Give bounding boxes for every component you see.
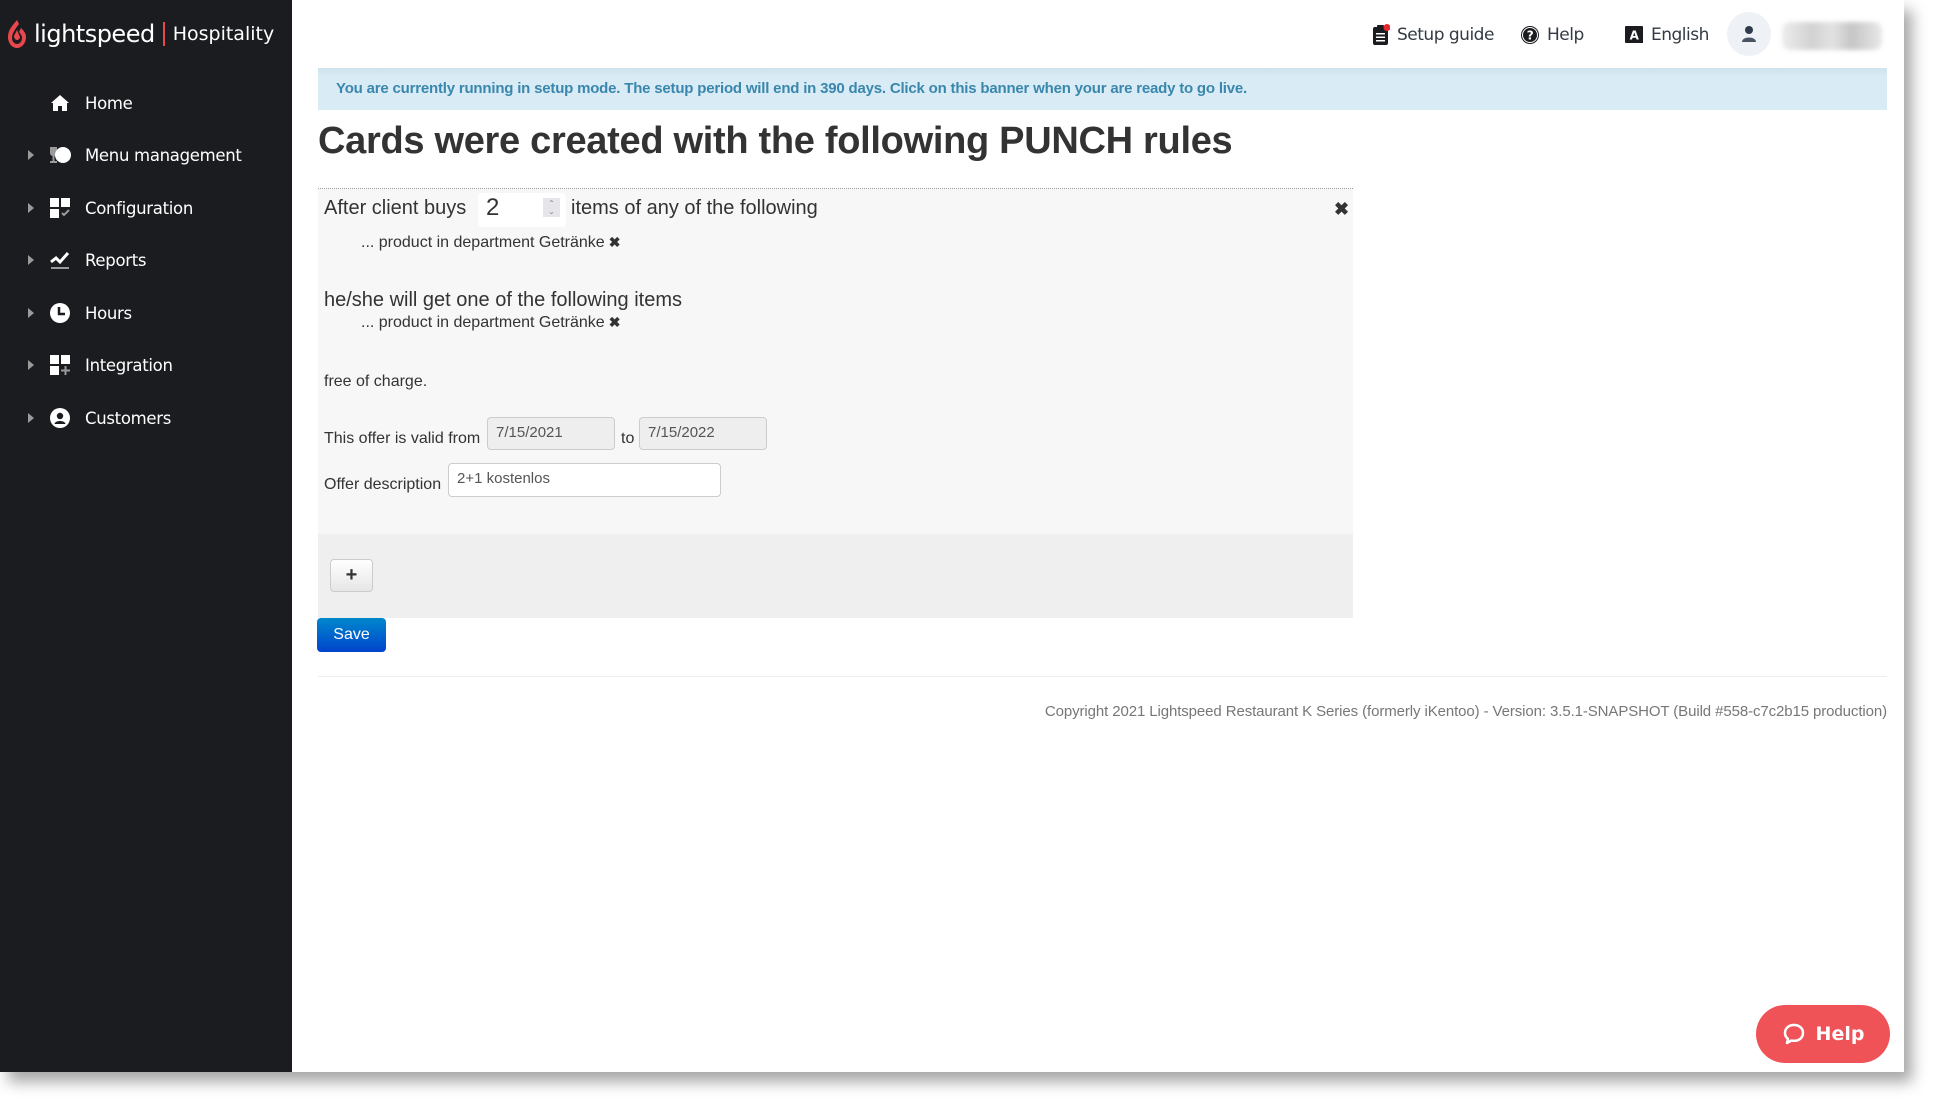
lightspeed-flame-icon: [8, 20, 26, 48]
username-redacted[interactable]: [1782, 22, 1882, 50]
sidebar-item-label: Reports: [85, 250, 147, 270]
menu-management-icon: [49, 144, 71, 166]
brand-name: lightspeed: [34, 20, 155, 48]
expand-caret-icon: [28, 308, 34, 318]
offer-description-label: Offer description: [324, 476, 442, 493]
free-of-charge-text: free of charge.: [324, 373, 428, 390]
user-icon: [1742, 26, 1756, 42]
save-button[interactable]: Save: [317, 618, 386, 652]
sidebar-item-integration[interactable]: Integration: [0, 345, 292, 385]
clock-icon: [49, 302, 71, 324]
sidebar-item-reports[interactable]: Reports: [0, 240, 292, 280]
get-item: ... product in department Getränke ✖: [361, 314, 620, 332]
svg-text:A: A: [1630, 29, 1640, 43]
get-item-label: ... product in department Getränke: [361, 314, 605, 331]
app-window: lightspeed Hospitality Home Menu managem…: [0, 0, 1904, 1072]
sidebar-item-configuration[interactable]: Configuration: [0, 188, 292, 228]
clipboard-icon: [1372, 24, 1390, 46]
help-chat-label: Help: [1815, 1023, 1865, 1045]
sidebar-item-label: Hours: [85, 303, 132, 323]
brand-product: Hospitality: [172, 23, 275, 45]
footer-divider: [318, 676, 1887, 677]
sidebar-item-label: Menu management: [85, 145, 242, 165]
setup-guide-label: Setup guide: [1397, 25, 1494, 45]
expand-caret-icon: [28, 255, 34, 265]
customer-icon: [49, 407, 71, 429]
buy-suffix-label: items of any of the following: [571, 197, 818, 219]
brand-separator: [162, 22, 165, 46]
page-title: Cards were created with the following PU…: [318, 120, 1233, 162]
expand-caret-icon: [28, 203, 34, 213]
reports-icon: [49, 249, 71, 271]
help-label: Help: [1547, 25, 1584, 45]
copyright-text: Copyright 2021 Lightspeed Restaurant K S…: [1044, 703, 1887, 720]
question-circle-icon: ?: [1520, 25, 1540, 45]
quantity-spinner[interactable]: ⌃ ⌄: [543, 198, 560, 217]
sidebar-item-label: Configuration: [85, 198, 193, 218]
remove-rule-button[interactable]: ✖: [1334, 199, 1349, 220]
sidebar-item-home[interactable]: Home: [0, 83, 292, 123]
chevron-down-icon: ⌄: [548, 206, 555, 216]
help-link[interactable]: ? Help: [1520, 20, 1584, 50]
add-rule-button[interactable]: +: [330, 559, 373, 592]
get-heading: he/she will get one of the following ite…: [324, 289, 682, 311]
sidebar-item-label: Customers: [85, 408, 172, 428]
sidebar-item-label: Integration: [85, 355, 173, 375]
expand-caret-icon: [28, 150, 34, 160]
chat-bubble-icon: [1783, 1023, 1804, 1045]
language-icon: A: [1624, 25, 1644, 45]
user-avatar[interactable]: [1727, 12, 1771, 56]
punch-rule-panel: ✖ After client buys 2 ⌃ ⌄ items of any of…: [318, 189, 1353, 534]
svg-text:?: ?: [1527, 29, 1534, 43]
expand-caret-icon: [28, 360, 34, 370]
buy-prefix-label: After client buys: [324, 197, 467, 219]
buy-item: ... product in department Getränke ✖: [361, 234, 620, 252]
remove-get-item-button[interactable]: ✖: [609, 314, 621, 330]
sidebar: lightspeed Hospitality Home Menu managem…: [0, 0, 292, 1072]
buy-condition-row: After client buys 2 ⌃ ⌄ items of any of t…: [324, 193, 924, 227]
remove-buy-item-button[interactable]: ✖: [609, 234, 621, 250]
setup-mode-banner[interactable]: You are currently running in setup mode.…: [318, 68, 1887, 110]
sidebar-item-customers[interactable]: Customers: [0, 398, 292, 438]
language-selector[interactable]: A English: [1624, 20, 1709, 50]
rule-actions-bar: +: [318, 534, 1353, 618]
logo[interactable]: lightspeed Hospitality: [6, 14, 274, 54]
expand-caret-icon: [28, 413, 34, 423]
sidebar-item-label: Home: [85, 93, 133, 113]
setup-mode-banner-text: You are currently running in setup mode.…: [336, 80, 1248, 97]
buy-quantity-input[interactable]: 2 ⌃ ⌄: [478, 193, 566, 227]
home-icon: [49, 92, 71, 114]
valid-to-input[interactable]: 7/15/2022: [639, 417, 767, 450]
integration-icon: [49, 354, 71, 376]
configuration-icon: [49, 197, 71, 219]
sidebar-item-menu-management[interactable]: Menu management: [0, 135, 292, 175]
valid-to-label: to: [621, 430, 635, 447]
buy-item-label: ... product in department Getränke: [361, 234, 605, 251]
setup-guide-button[interactable]: Setup guide: [1372, 20, 1494, 50]
help-chat-button[interactable]: Help: [1756, 1005, 1890, 1063]
language-label: English: [1651, 25, 1709, 45]
offer-description-input[interactable]: 2+1 kostenlos: [448, 463, 721, 497]
sidebar-item-hours[interactable]: Hours: [0, 293, 292, 333]
buy-quantity-value: 2: [486, 194, 500, 221]
valid-from-input[interactable]: 7/15/2021: [487, 417, 615, 450]
valid-from-label: This offer is valid from: [324, 430, 481, 447]
